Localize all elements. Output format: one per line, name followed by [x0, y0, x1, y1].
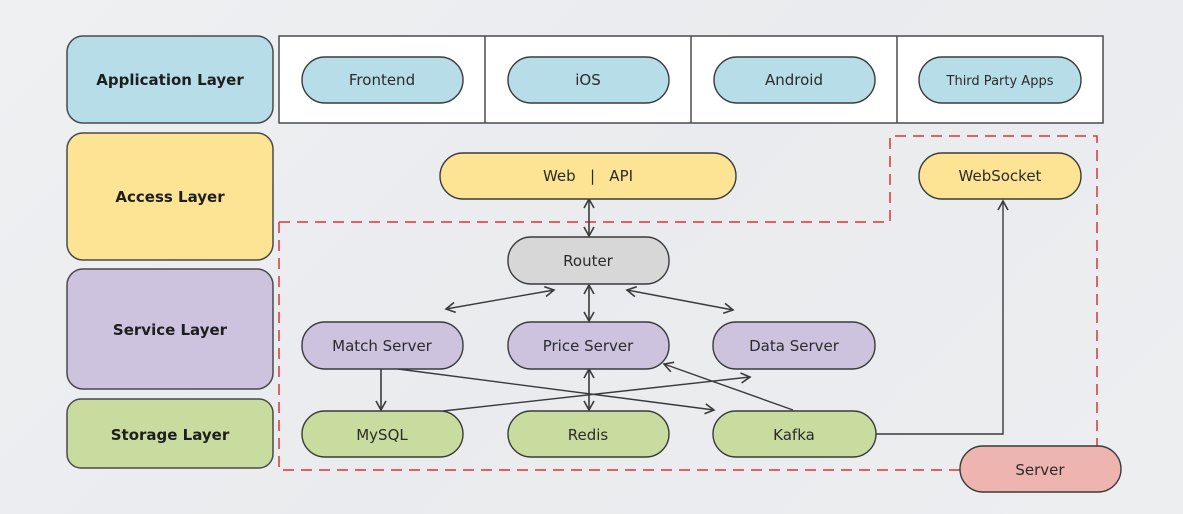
layer-access: Access Layer — [66, 132, 274, 261]
architecture-diagram: Application Layer Access Layer Service L… — [66, 35, 1122, 493]
node-data-server[interactable]: Data Server — [712, 321, 876, 370]
node-router[interactable]: Router — [507, 236, 670, 285]
node-web-api[interactable]: Web | API — [439, 152, 737, 200]
edge-kafka-websocket — [876, 199, 1009, 435]
node-price-server[interactable]: Price Server — [507, 321, 670, 370]
svg-text:Router: Router — [563, 252, 614, 270]
node-server[interactable]: Server — [959, 445, 1122, 493]
svg-text:MySQL: MySQL — [356, 426, 408, 444]
node-websocket[interactable]: WebSocket — [918, 152, 1082, 200]
svg-text:iOS: iOS — [575, 71, 601, 89]
svg-text:Third Party Apps: Third Party Apps — [946, 74, 1054, 89]
node-android[interactable]: Android — [713, 56, 876, 104]
layer-application: Application Layer — [66, 35, 274, 124]
node-match-server[interactable]: Match Server — [301, 321, 464, 370]
svg-text:Match Server: Match Server — [332, 337, 433, 355]
layer-access-label: Access Layer — [115, 188, 225, 206]
node-ios[interactable]: iOS — [507, 56, 670, 104]
edge-kafka-price — [662, 361, 794, 411]
node-redis[interactable]: Redis — [507, 410, 670, 458]
node-third-party-apps[interactable]: Third Party Apps — [918, 56, 1082, 104]
layer-service-label: Service Layer — [113, 321, 228, 339]
svg-text:Frontend: Frontend — [349, 71, 415, 89]
edge-mysql-data — [442, 372, 752, 412]
edge-router-data — [625, 285, 735, 315]
edge-match-kafka — [397, 368, 716, 415]
svg-text:WebSocket: WebSocket — [959, 167, 1042, 185]
node-frontend[interactable]: Frontend — [301, 56, 464, 104]
svg-text:Redis: Redis — [568, 426, 609, 444]
svg-text:Kafka: Kafka — [773, 426, 815, 444]
svg-text:Web | API: Web | API — [543, 167, 633, 185]
layer-storage-label: Storage Layer — [111, 426, 230, 444]
svg-text:Price Server: Price Server — [543, 337, 634, 355]
node-mysql[interactable]: MySQL — [301, 410, 464, 458]
svg-text:Android: Android — [765, 71, 823, 89]
edge-router-match — [444, 285, 556, 314]
node-kafka[interactable]: Kafka — [712, 410, 877, 458]
layer-storage: Storage Layer — [66, 398, 274, 469]
layer-service: Service Layer — [66, 268, 274, 390]
layer-application-label: Application Layer — [96, 71, 244, 89]
svg-text:Data Server: Data Server — [749, 337, 840, 355]
edges — [375, 197, 1009, 435]
svg-text:Server: Server — [1015, 461, 1065, 479]
